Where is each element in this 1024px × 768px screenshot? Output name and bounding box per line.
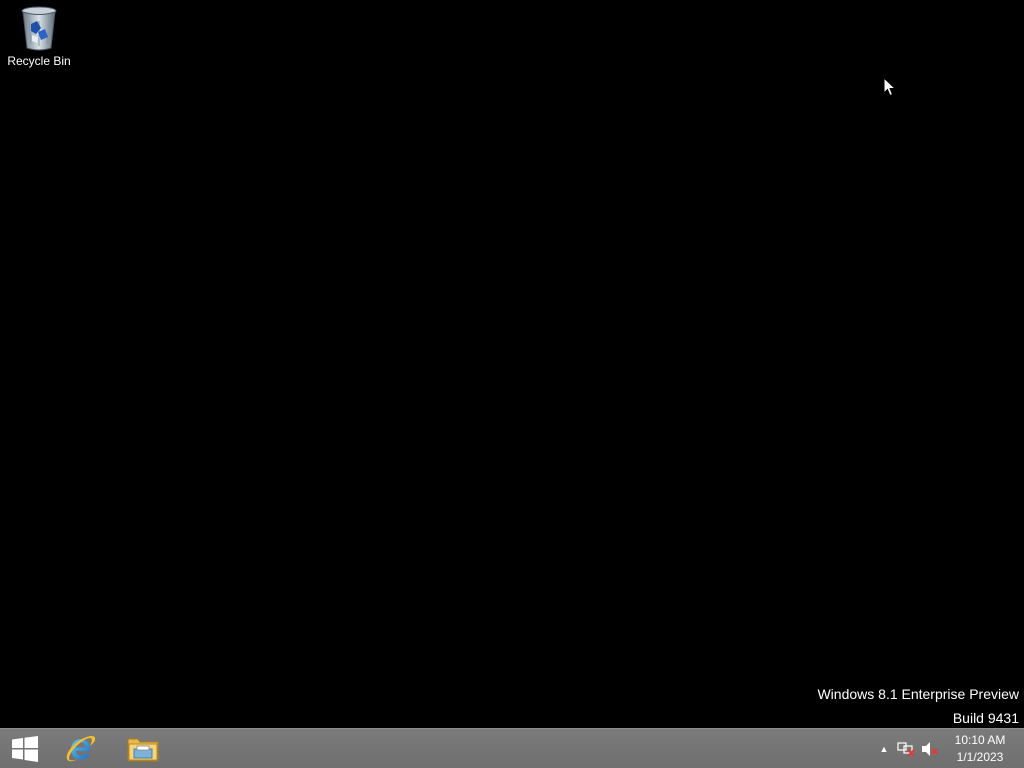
recycle-bin-label: Recycle Bin <box>7 54 71 68</box>
watermark-build: Build 9431 <box>952 710 1019 726</box>
volume-muted-icon <box>922 741 938 756</box>
volume-button[interactable] <box>918 729 942 768</box>
network-disconnected-icon <box>897 741 915 757</box>
clock-date: 1/1/2023 <box>956 749 1004 764</box>
recycle-bin-icon <box>21 6 57 51</box>
mouse-pointer-icon <box>883 77 897 97</box>
clock-time: 10:10 AM <box>954 732 1006 747</box>
show-hidden-icons-button[interactable]: ▲ <box>874 729 894 768</box>
taskbar-file-explorer-button[interactable] <box>117 729 169 768</box>
windows-watermark: Windows 8.1 Enterprise Preview Build 943… <box>817 682 1019 730</box>
taskbar-internet-explorer-button[interactable] <box>56 729 106 768</box>
desktop-icon-recycle-bin[interactable]: Recycle Bin <box>4 4 74 76</box>
network-status-button[interactable] <box>894 729 918 768</box>
start-button[interactable] <box>0 729 50 768</box>
taskbar: ▲ 10:10 AM 1/1/2023 <box>0 728 1024 768</box>
watermark-edition: Windows 8.1 Enterprise Preview <box>817 686 1019 702</box>
notification-area: ▲ 10:10 AM 1/1/2023 <box>874 729 1024 768</box>
taskbar-clock[interactable]: 10:10 AM 1/1/2023 <box>948 729 1012 768</box>
internet-explorer-icon <box>66 735 96 761</box>
chevron-up-icon: ▲ <box>879 743 889 754</box>
desktop[interactable]: Recycle Bin Windows 8.1 Enterprise Previ… <box>0 0 1024 728</box>
windows-logo-icon <box>12 735 38 762</box>
file-explorer-icon <box>127 738 159 761</box>
